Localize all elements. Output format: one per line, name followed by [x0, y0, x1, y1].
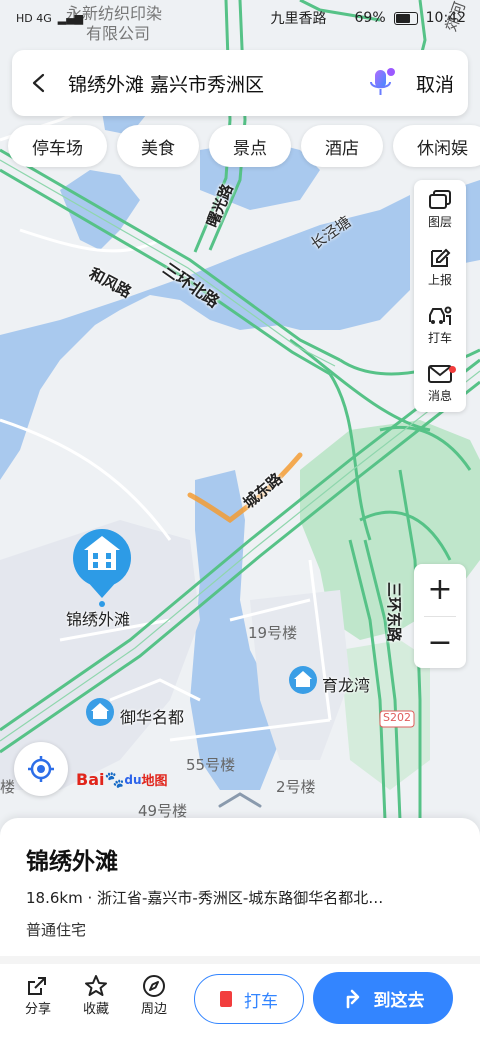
taxi-badge-icon	[220, 991, 232, 1007]
zoom-control: + −	[414, 564, 466, 668]
taxi-icon	[429, 306, 452, 325]
favorite-label: 收藏	[82, 1002, 109, 1017]
map-label-edge: 楼	[0, 778, 16, 796]
category-chips: 停车场 美食 景点 酒店 休闲娱	[8, 125, 480, 167]
tool-taxi[interactable]: 打车	[414, 296, 466, 354]
compass-icon	[143, 975, 165, 997]
road-overlay-text: 九里香路	[270, 11, 327, 27]
chip-food[interactable]: 美食	[117, 125, 199, 167]
status-left: HD 4G ▂▄▆	[16, 12, 83, 25]
map-label-bldg-19: 19号楼	[248, 624, 298, 642]
unread-dot	[449, 366, 456, 373]
signal-icon: ▂▄▆	[57, 11, 84, 25]
route-arrow-icon	[346, 989, 359, 1009]
logo-paw-icon: 🐾	[104, 770, 125, 789]
place-address: 18.6km · 浙江省-嘉兴市-秀洲区-城东路御华名都北…	[26, 889, 384, 907]
tool-message[interactable]: 消息	[414, 354, 466, 412]
tool-taxi-label: 打车	[427, 330, 452, 345]
zoom-in-button[interactable]: +	[414, 564, 466, 616]
navigate-button[interactable]: 到这去	[313, 972, 453, 1024]
status-right: 九里香路 69% 10:42	[271, 8, 466, 28]
clock: 10:42	[425, 10, 466, 26]
battery-icon	[393, 11, 418, 25]
star-icon	[85, 975, 107, 996]
crosshair-icon	[28, 756, 54, 782]
poi-label-main[interactable]: 锦绣外滩	[66, 606, 130, 630]
highway-tag: S202	[383, 711, 411, 724]
voice-mic-icon[interactable]	[364, 66, 398, 100]
taxi-button[interactable]: 打车	[194, 974, 304, 1024]
search-bar[interactable]: 锦绣外滩 嘉兴市秀洲区 取消	[12, 50, 468, 116]
chip-leisure[interactable]: 休闲娱	[393, 125, 480, 167]
share-icon	[28, 977, 46, 995]
road-label-sanhuan-east: 三环东路	[385, 582, 403, 643]
cancel-button[interactable]: 取消	[416, 70, 454, 97]
search-input[interactable]: 锦绣外滩 嘉兴市秀洲区	[68, 70, 364, 97]
share-button[interactable]: 分享	[18, 974, 58, 1017]
tool-message-label: 消息	[427, 388, 452, 403]
poi-label-yulong[interactable]: 育龙湾	[322, 672, 370, 696]
map-label-bldg-55: 55号楼	[186, 756, 236, 774]
logo-du: du	[124, 772, 142, 787]
place-detail-card[interactable]: 锦绣外滩 18.6km · 浙江省-嘉兴市-秀洲区-城东路御华名都北… 普通住宅…	[0, 818, 480, 1040]
locate-me-button[interactable]	[14, 742, 68, 796]
poi-label-yuhua[interactable]: 御华名都	[120, 704, 184, 728]
logo-bai: Bai	[76, 770, 105, 789]
navigate-label: 到这去	[373, 990, 425, 1011]
tool-layers[interactable]: 图层	[414, 180, 466, 238]
battery-percent: 69%	[354, 10, 386, 26]
place-type: 普通住宅	[26, 921, 87, 939]
network-indicator: HD 4G	[16, 11, 52, 25]
zoom-out-button[interactable]: −	[414, 617, 466, 669]
report-icon	[431, 248, 451, 267]
map-tools-panel: 图层 上报 打车 消息	[414, 180, 466, 412]
tool-report-label: 上报	[427, 272, 452, 287]
place-title: 锦绣外滩	[26, 849, 118, 875]
baidu-map-logo: Bai 🐾 du 地图	[76, 770, 168, 789]
status-bar: HD 4G ▂▄▆ 九里香路 69% 10:42	[0, 0, 480, 36]
chip-hotel[interactable]: 酒店	[301, 125, 383, 167]
chip-attractions[interactable]: 景点	[209, 125, 291, 167]
card-divider	[0, 956, 480, 964]
map-label-bldg-2: 2号楼	[276, 778, 316, 796]
logo-map: 地图	[141, 774, 168, 789]
tool-report[interactable]: 上报	[414, 238, 466, 296]
back-icon[interactable]	[26, 70, 52, 96]
nearby-label: 周边	[140, 1002, 167, 1017]
taxi-label: 打车	[244, 991, 278, 1012]
chip-parking[interactable]: 停车场	[8, 125, 107, 167]
message-icon	[428, 364, 452, 383]
tool-layers-label: 图层	[427, 214, 452, 229]
layers-icon	[429, 189, 451, 209]
nearby-button[interactable]: 周边	[134, 974, 174, 1017]
share-label: 分享	[24, 1002, 51, 1017]
favorite-button[interactable]: 收藏	[76, 974, 116, 1017]
